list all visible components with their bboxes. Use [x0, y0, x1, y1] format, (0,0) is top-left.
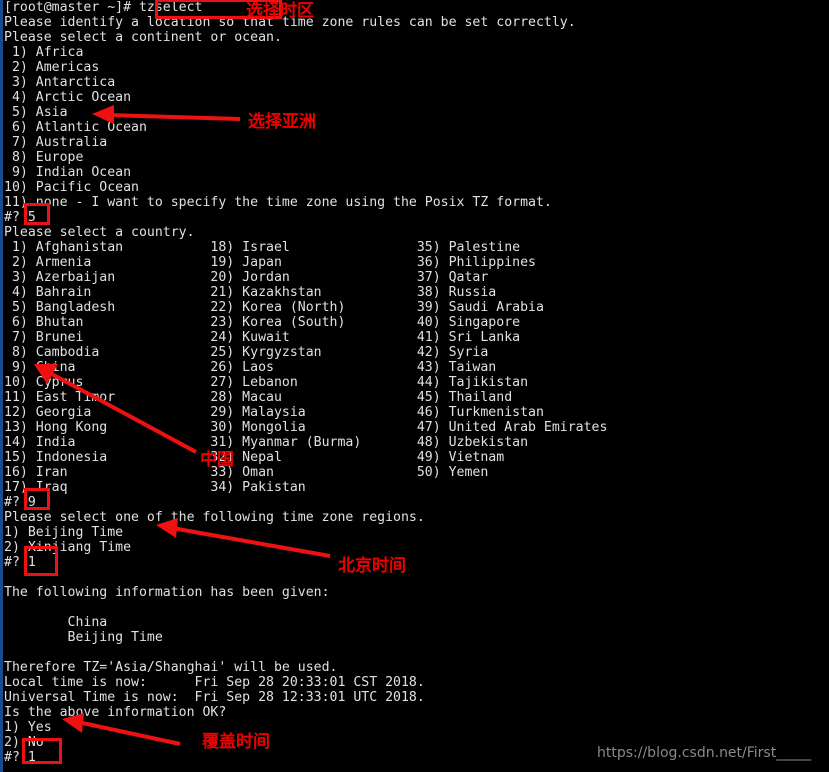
- terminal-line: 14) India 31) Myanmar (Burma) 48) Uzbeki…: [4, 435, 529, 450]
- terminal-line: 4) Bahrain 21) Kazakhstan 38) Russia: [4, 285, 497, 300]
- terminal-output: [root@master ~]# tzselect Please identify…: [4, 0, 829, 765]
- terminal-line: 1) Yes: [4, 720, 52, 735]
- terminal-line: 7) Australia: [4, 135, 108, 150]
- terminal-line: Please identify a location so that time …: [4, 15, 576, 30]
- terminal-line: [root@master ~]# tzselect: [4, 0, 203, 15]
- terminal-line: #? 9: [4, 495, 36, 510]
- terminal-line: Please select a continent or ocean.: [4, 30, 282, 45]
- terminal-line: #? 5: [4, 210, 36, 225]
- terminal-line: 13) Hong Kong 30) Mongolia 47) United Ar…: [4, 420, 608, 435]
- highlight-box-answer-confirm: [22, 738, 62, 764]
- terminal-line: 6) Atlantic Ocean: [4, 120, 147, 135]
- terminal-line: 8) Cambodia 25) Kyrgyzstan 42) Syria: [4, 345, 489, 360]
- highlight-box-answer-country: [24, 488, 50, 510]
- terminal-line: 3) Azerbaijan 20) Jordan 37) Qatar: [4, 270, 489, 285]
- terminal-line: Please select one of the following time …: [4, 510, 425, 525]
- terminal-line: 5) Asia: [4, 105, 68, 120]
- annotation-select-asia: 选择亚洲: [248, 112, 316, 132]
- terminal-line: 2) Armenia 19) Japan 36) Philippines: [4, 255, 536, 270]
- window-left-edge: [0, 0, 3, 772]
- terminal-line: 9) Indian Ocean: [4, 165, 132, 180]
- terminal-line: 8) Europe: [4, 150, 84, 165]
- terminal-line: 1) Beijing Time: [4, 525, 124, 540]
- terminal-line: Please select a country.: [4, 225, 195, 240]
- terminal-line: Beijing Time: [4, 630, 163, 645]
- terminal-line: 1) Africa: [4, 45, 84, 60]
- terminal-line: Is the above information OK?: [4, 705, 227, 720]
- terminal-line: 10) Pacific Ocean: [4, 180, 139, 195]
- terminal-line: Local time is now: Fri Sep 28 20:33:01 C…: [4, 675, 425, 690]
- annotation-china: 中国: [200, 450, 234, 470]
- watermark: https://blog.csdn.net/First_____: [597, 745, 812, 761]
- highlight-box-answer-continent: [24, 203, 50, 225]
- terminal-line: 10) Cyprus 27) Lebanon 44) Tajikistan: [4, 375, 529, 390]
- annotation-beijing-time: 北京时间: [338, 556, 406, 576]
- terminal-line: #? 1: [4, 555, 36, 570]
- terminal-line: 2) Americas: [4, 60, 100, 75]
- terminal-line: 12) Georgia 29) Malaysia 46) Turkmenista…: [4, 405, 544, 420]
- terminal-line: Universal Time is now: Fri Sep 28 12:33:…: [4, 690, 425, 705]
- highlight-box-answer-region: [24, 546, 58, 576]
- terminal-line: 11) none - I want to specify the time zo…: [4, 195, 552, 210]
- annotation-select-timezone: 选择时区: [246, 1, 314, 21]
- terminal-line: 16) Iran 33) Oman 50) Yemen: [4, 465, 489, 480]
- terminal-line: 1) Afghanistan 18) Israel 35) Palestine: [4, 240, 521, 255]
- terminal-line: China: [4, 615, 108, 630]
- terminal-line: 6) Bhutan 23) Korea (South) 40) Singapor…: [4, 315, 521, 330]
- terminal-line: 5) Bangladesh 22) Korea (North) 39) Saud…: [4, 300, 544, 315]
- terminal-line: 17) Iraq 34) Pakistan: [4, 480, 306, 495]
- terminal-window: [root@master ~]# tzselect Please identify…: [0, 0, 829, 772]
- terminal-line: 9) China 26) Laos 43) Taiwan: [4, 360, 497, 375]
- terminal-line: 3) Antarctica: [4, 75, 116, 90]
- terminal-line: 11) East Timor 28) Macau 45) Thailand: [4, 390, 513, 405]
- terminal-line: 4) Arctic Ocean: [4, 90, 132, 105]
- terminal-line: 7) Brunei 24) Kuwait 41) Sri Lanka: [4, 330, 521, 345]
- terminal-line: 15) Indonesia 32) Nepal 49) Vietnam: [4, 450, 505, 465]
- terminal-line: Therefore TZ='Asia/Shanghai' will be use…: [4, 660, 338, 675]
- annotation-overwrite-time: 覆盖时间: [202, 732, 270, 752]
- terminal-line: 2) Xinjiang Time: [4, 540, 132, 555]
- terminal-line: The following information has been given…: [4, 585, 330, 600]
